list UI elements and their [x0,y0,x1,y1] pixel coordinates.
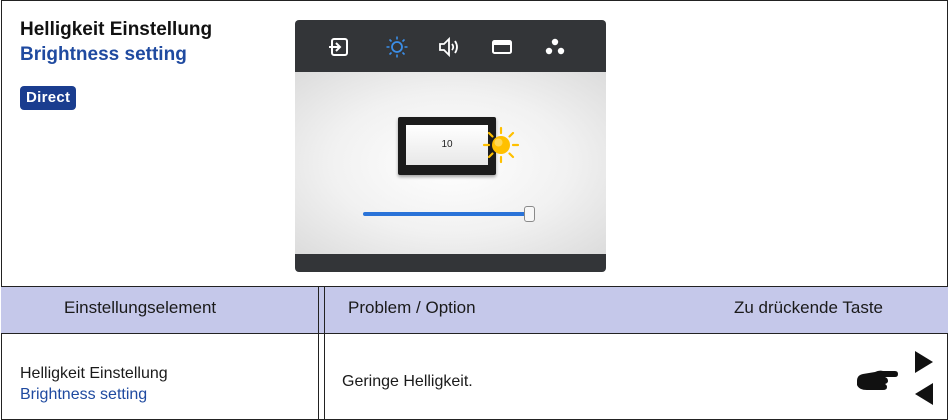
row-item-label: Helligkeit Einstellung [20,365,168,382]
brightness-value: 10 [406,125,488,165]
table-column-divider [324,287,325,420]
display-icon[interactable] [490,36,514,58]
brightness-slider-knob[interactable] [524,206,535,222]
row-item-label-en: Brightness setting [20,386,148,403]
osd-footer-bar [295,254,606,272]
direct-badge: Direct [20,86,77,110]
table-header-divider [1,333,948,334]
header-problem-option: Problem / Option [348,298,476,317]
pointing-hand-icon [857,370,898,390]
section-title: Helligkeit Einstellung [20,19,213,40]
right-arrow-icon [915,351,933,373]
key-indicator [857,351,933,405]
brightness-slider-track [363,212,528,216]
osd-menu-bar [295,20,606,72]
row-option-text: Geringe Helligkeit. [342,373,473,390]
brightness-icon[interactable] [385,36,409,58]
header-key-to-press: Zu drückende Taste [734,298,883,317]
input-icon[interactable] [327,36,351,58]
left-arrow-icon [915,383,933,405]
sun-icon [482,126,520,164]
color-icon[interactable] [543,36,567,58]
table-column-divider [318,287,319,420]
volume-icon[interactable] [437,36,461,58]
section-subtitle: Brightness setting [20,44,187,65]
osd-menu: 10 [295,20,606,272]
header-setting-item: Einstellungselement [64,298,217,317]
